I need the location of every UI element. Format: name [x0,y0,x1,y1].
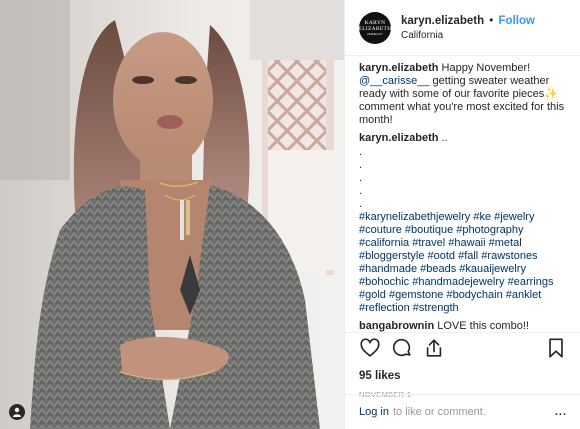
dot-line: . [359,184,363,197]
header-info: karyn.elizabeth • Follow California [401,15,535,41]
avatar-text-3: JEWELRY [366,31,384,36]
comment-text: .. [441,132,448,145]
comment-username[interactable]: karyn.elizabeth [359,132,438,144]
post-image [0,0,344,429]
bookmark-icon[interactable] [545,337,567,359]
user-comment: bangabrownin LOVE this combo!! [359,320,573,332]
dot-lines: . . . . . [359,146,573,211]
comment-icon[interactable] [391,337,413,359]
comment-username[interactable]: karyn.elizabeth [359,62,438,74]
post-actions: 95 likes NOVEMBER 1 [345,332,580,399]
likes-count[interactable]: 95 likes [359,370,567,382]
more-options-icon[interactable]: ... [555,406,567,418]
header-line: karyn.elizabeth • Follow [401,15,535,27]
avatar[interactable]: KARYN ELIZABETH JEWELRY [359,11,391,44]
post-sidebar: KARYN ELIZABETH JEWELRY karyn.elizabeth … [344,0,580,429]
username-link[interactable]: karyn.elizabeth [401,15,484,27]
comments-list: karyn.elizabeth Happy November! @__caris… [359,62,573,332]
post-header: KARYN ELIZABETH JEWELRY karyn.elizabeth … [345,0,580,56]
dot-line: . [359,171,363,184]
post-photo[interactable] [0,0,344,429]
login-text: to like or comment. [392,406,486,418]
hashtags-links[interactable]: #karynelizabethjewelry #ke #jewelry #cou… [359,211,553,315]
share-icon[interactable] [423,337,445,359]
login-bar: Log in to like or comment. ... [345,394,580,429]
separator-dot: • [489,14,494,27]
login-link[interactable]: Log in [359,406,389,418]
heart-icon[interactable] [359,337,381,359]
mention-link[interactable]: @__carisse__ [359,75,429,87]
caption-comment: karyn.elizabeth Happy November! @__caris… [359,62,573,127]
comment-text-pre: Happy November! [441,62,531,74]
dot-line: . [359,197,363,210]
comment-text: LOVE this combo!! [437,320,529,332]
comment-username[interactable]: bangabrownin [359,320,434,332]
tagged-user-icon[interactable] [9,404,25,420]
instagram-post: KARYN ELIZABETH JEWELRY karyn.elizabeth … [0,0,580,429]
follow-button[interactable]: Follow [499,15,535,27]
hashtag-comment: karyn.elizabeth .. . . . . . #karyneliza… [359,132,573,315]
dot-line: . [359,158,363,171]
location-link[interactable]: California [401,30,535,41]
dot-line: . [359,145,363,158]
action-icons [359,337,567,359]
